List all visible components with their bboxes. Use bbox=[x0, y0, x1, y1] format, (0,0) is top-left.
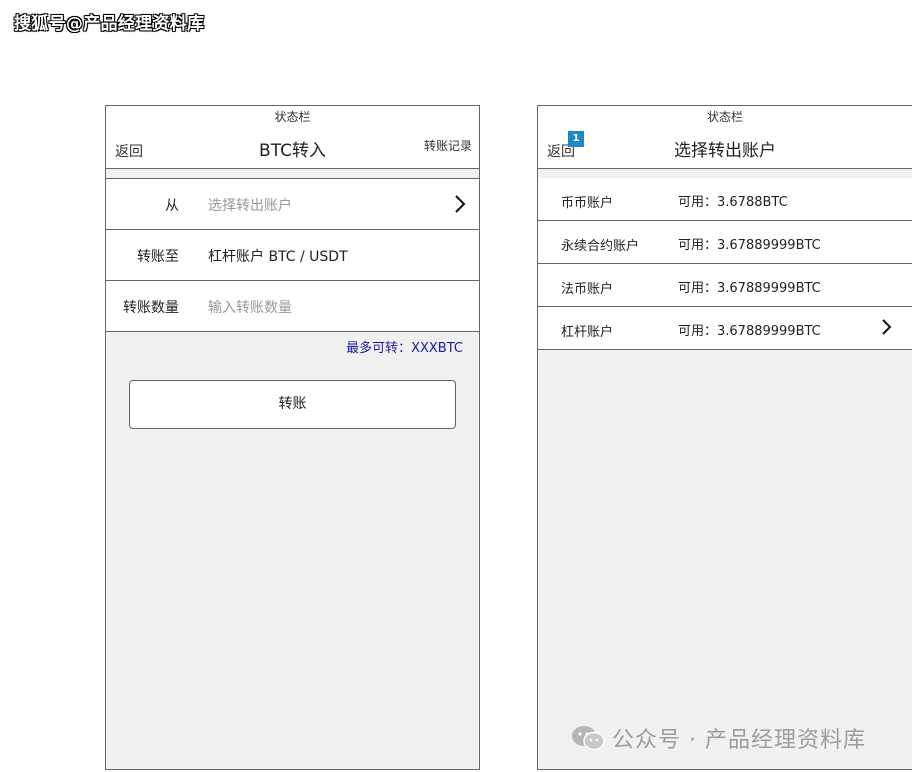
account-list: 币币账户 可用：3.6788BTC 永续合约账户 可用：3.67889999BT… bbox=[538, 178, 912, 350]
chevron-right-icon[interactable] bbox=[881, 318, 893, 336]
from-account-row[interactable]: 从 选择转出账户 bbox=[106, 179, 479, 230]
transfer-form: 从 选择转出账户 转账至 杠杆账户 BTC / USDT 转账数量 输入转账数量 bbox=[106, 178, 479, 332]
account-name: 永续合约账户 bbox=[561, 239, 640, 254]
to-account-value: 杠杆账户 BTC / USDT bbox=[208, 249, 348, 265]
to-account-row: 转账至 杠杆账户 BTC / USDT bbox=[106, 230, 479, 281]
from-account-select[interactable]: 选择转出账户 bbox=[208, 195, 292, 215]
transfer-history-link[interactable]: 转账记录 bbox=[424, 137, 472, 154]
account-balance: 可用：3.6788BTC bbox=[678, 195, 788, 210]
to-label: 转账至 bbox=[137, 249, 179, 265]
account-item[interactable]: 永续合约账户 可用：3.67889999BTC bbox=[538, 221, 912, 264]
nav-header: 状态栏 返回 BTC转入 转账记录 bbox=[106, 106, 479, 169]
nav-header: 状态栏 返回 1 选择转出账户 bbox=[538, 106, 912, 169]
amount-row[interactable]: 转账数量 输入转账数量 bbox=[106, 281, 479, 331]
chevron-right-icon[interactable] bbox=[453, 193, 467, 215]
bottom-watermark: 公众号 · 产品经理资料库 bbox=[570, 722, 866, 754]
transfer-button[interactable]: 转账 bbox=[129, 380, 456, 429]
amount-label: 转账数量 bbox=[123, 300, 179, 316]
watermark-text: 公众号 · 产品经理资料库 bbox=[612, 728, 866, 753]
account-item[interactable]: 杠杆账户 可用：3.67889999BTC bbox=[538, 307, 912, 349]
wechat-icon bbox=[572, 726, 605, 751]
amount-input[interactable]: 输入转账数量 bbox=[208, 297, 292, 317]
account-name: 币币账户 bbox=[561, 196, 614, 211]
transfer-screen: 状态栏 返回 BTC转入 转账记录 从 选择转出账户 转账至 杠杆账户 BTC … bbox=[105, 105, 480, 770]
max-transfer-hint: 最多可转：XXXBTC bbox=[346, 341, 463, 356]
account-balance: 可用：3.67889999BTC bbox=[678, 238, 821, 253]
account-name: 法币账户 bbox=[561, 282, 614, 297]
from-label: 从 bbox=[165, 198, 179, 214]
account-item[interactable]: 法币账户 可用：3.67889999BTC bbox=[538, 264, 912, 307]
status-bar: 状态栏 bbox=[274, 110, 311, 124]
account-balance: 可用：3.67889999BTC bbox=[678, 324, 821, 339]
status-bar: 状态栏 bbox=[706, 110, 743, 124]
top-watermark: 搜狐号@产品经理资料库 bbox=[14, 14, 205, 34]
account-name: 杠杆账户 bbox=[561, 325, 614, 340]
account-balance: 可用：3.67889999BTC bbox=[678, 281, 821, 296]
account-item[interactable]: 币币账户 可用：3.6788BTC bbox=[538, 178, 912, 221]
select-account-screen: 状态栏 返回 1 选择转出账户 币币账户 可用：3.6788BTC 永续合约账户… bbox=[537, 105, 912, 770]
page-title: 选择转出账户 bbox=[674, 141, 776, 161]
